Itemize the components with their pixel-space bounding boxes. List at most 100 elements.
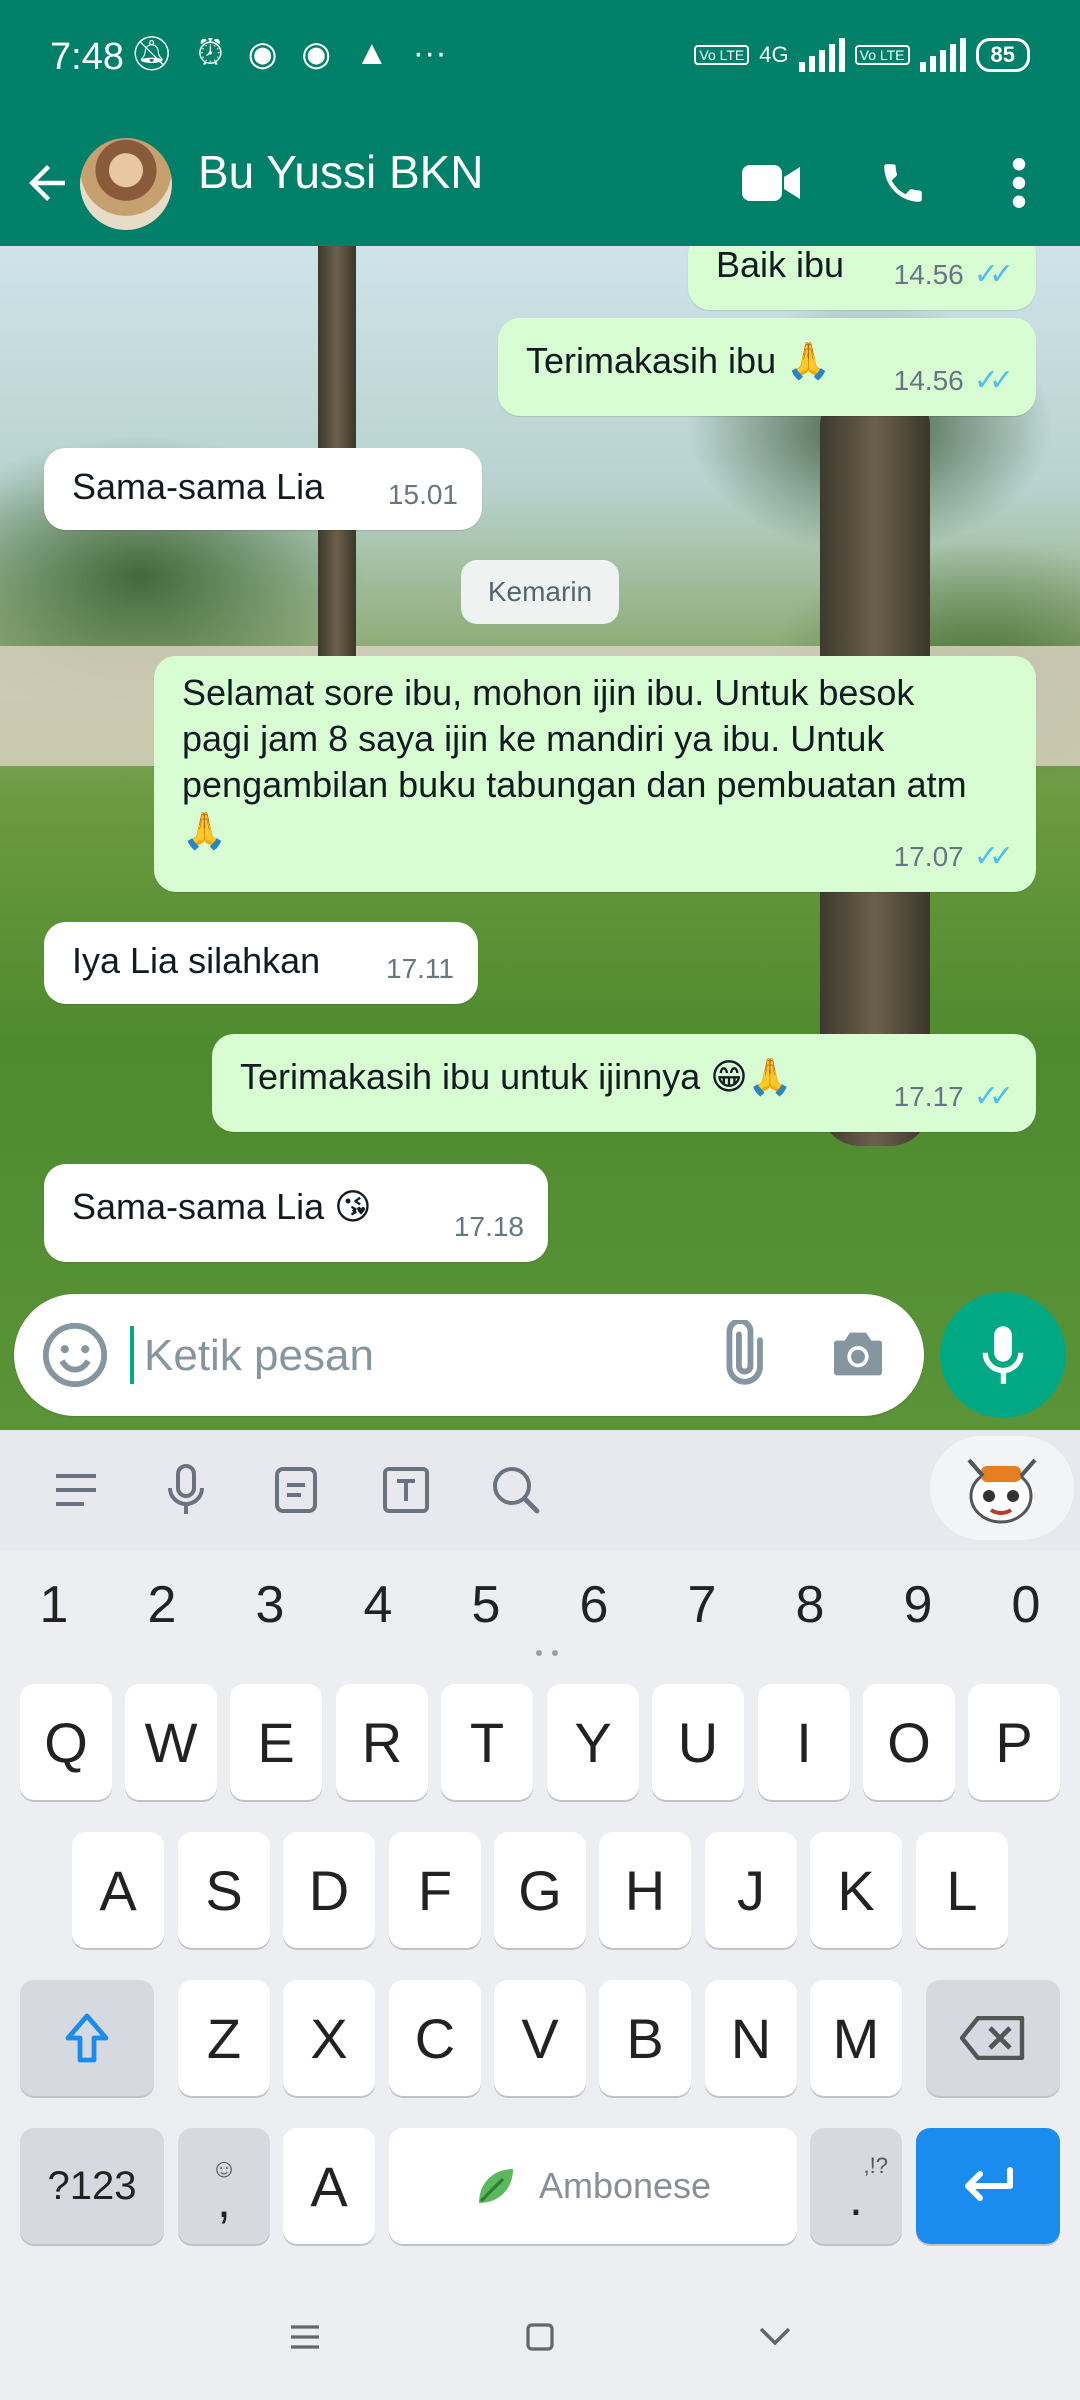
enter-key[interactable] [916, 2128, 1060, 2244]
key-6[interactable]: 6 [540, 1570, 648, 1640]
message-meta: 14.56 ✓✓ [893, 358, 1014, 404]
message-text: Selamat sore ibu, mohon ijin ibu. Untuk … [182, 672, 967, 851]
key-q[interactable]: Q [20, 1684, 112, 1800]
key-4[interactable]: 4 [324, 1570, 432, 1640]
comma-label: , [217, 2172, 231, 2228]
menu-nav-button[interactable] [280, 2312, 330, 2362]
key-v[interactable]: V [494, 1980, 586, 2096]
key-7[interactable]: 7 [648, 1570, 756, 1640]
key-2[interactable]: 2 [108, 1570, 216, 1640]
voice-record-button[interactable] [940, 1292, 1066, 1418]
key-o[interactable]: O [863, 1684, 955, 1800]
leaf-icon [478, 2169, 513, 2203]
key-d[interactable]: D [283, 1832, 375, 1948]
message-input[interactable] [142, 1316, 706, 1396]
key-1[interactable]: 1 [0, 1570, 108, 1640]
key-y[interactable]: Y [547, 1684, 639, 1800]
square-home-icon [526, 2323, 554, 2351]
key-h[interactable]: H [599, 1832, 691, 1948]
more-options-button[interactable] [986, 150, 1052, 216]
chevron-down-icon [759, 2327, 791, 2346]
text-format-icon[interactable] [376, 1460, 436, 1520]
key-0[interactable]: 0 [972, 1570, 1080, 1640]
key-k[interactable]: K [810, 1832, 902, 1948]
attach-paperclip-icon[interactable] [706, 1320, 776, 1390]
key-s[interactable]: S [178, 1832, 270, 1948]
key-c[interactable]: C [389, 1980, 481, 2096]
message-bubble-incoming[interactable]: Sama-sama Lia 😘 17.18 [44, 1164, 548, 1262]
shift-key[interactable] [20, 1980, 154, 2096]
language-key[interactable]: A [283, 2128, 375, 2244]
contact-name[interactable]: Bu Yussi BKN [198, 142, 484, 202]
voice-input-icon[interactable] [156, 1460, 216, 1520]
mute-icon: 🔕︎ [130, 35, 174, 73]
key-x[interactable]: X [283, 1980, 375, 2096]
message-text: Iya Lia silahkan [72, 940, 321, 981]
key-9[interactable]: 9 [864, 1570, 972, 1640]
message-bubble-outgoing[interactable]: Selamat sore ibu, mohon ijin ibu. Untuk … [154, 656, 1036, 892]
key-j[interactable]: J [705, 1832, 797, 1948]
message-time: 15.01 [387, 479, 458, 510]
message-bubble-incoming[interactable]: Iya Lia silahkan 17.11 [44, 922, 478, 1004]
date-divider: Kemarin [461, 560, 619, 624]
period-key[interactable]: ,!? . [810, 2128, 902, 2244]
avatar[interactable] [80, 138, 172, 230]
menu-lines-icon[interactable] [46, 1460, 106, 1520]
message-time: 17.11 [386, 953, 454, 984]
keyboard-mascot-icon[interactable] [930, 1436, 1074, 1540]
status-icons: 🔕︎ ⏰︎ ◉ ◉ ▲ ··· [130, 34, 447, 74]
more-dots-icon: ··· [412, 34, 447, 72]
shift-arrow-icon [65, 2013, 109, 2063]
status-time: 7:48 [50, 36, 124, 78]
key-t[interactable]: T [441, 1684, 533, 1800]
key-b[interactable]: B [599, 1980, 691, 2096]
key-f[interactable]: F [389, 1832, 481, 1948]
home-nav-button[interactable] [515, 2312, 565, 2362]
key-p[interactable]: P [968, 1684, 1060, 1800]
message-meta: 17.07 ✓✓ [894, 834, 1014, 880]
status-right: Vo LTE 4G Vo LTE 85 [694, 38, 1030, 72]
key-8[interactable]: 8 [756, 1570, 864, 1640]
message-text: Terimakasih ibu untuk ijinnya 😁🙏 [240, 1056, 793, 1097]
voice-call-button[interactable] [870, 150, 936, 216]
camera-icon[interactable] [826, 1322, 890, 1386]
network-type: 4G [759, 42, 789, 67]
comma-key[interactable]: ☺ , [178, 2128, 270, 2244]
double-check-icon: ✓✓ [973, 364, 1014, 397]
double-check-icon: ✓✓ [973, 258, 1014, 291]
system-nav-bar [0, 2270, 1080, 2400]
key-r[interactable]: R [336, 1684, 428, 1800]
emoji-icon[interactable] [40, 1320, 110, 1390]
period-label: . [849, 2170, 863, 2226]
key-m[interactable]: M [810, 1980, 902, 2096]
key-5[interactable]: 5 [432, 1570, 540, 1640]
phone-icon [884, 164, 922, 202]
message-bubble-outgoing[interactable]: Terimakasih ibu 🙏 14.56 ✓✓ [498, 318, 1036, 416]
key-a[interactable]: A [72, 1832, 164, 1948]
page-indicator [536, 1650, 558, 1656]
microphone-icon [982, 1326, 1024, 1384]
key-z[interactable]: Z [178, 1980, 270, 2096]
key-l[interactable]: L [916, 1832, 1008, 1948]
clipboard-icon[interactable] [266, 1460, 326, 1520]
video-call-button[interactable] [738, 150, 804, 216]
chat-area[interactable]: Baik ibu 14.56 ✓✓ Terimakasih ibu 🙏 14.56… [0, 246, 1080, 1430]
backspace-key[interactable] [926, 1980, 1060, 2096]
key-e[interactable]: E [230, 1684, 322, 1800]
key-u[interactable]: U [652, 1684, 744, 1800]
chrome-icon: ◉ [247, 35, 278, 73]
key-3[interactable]: 3 [216, 1570, 324, 1640]
space-key[interactable]: Ambonese [389, 2128, 797, 2244]
key-n[interactable]: N [705, 1980, 797, 2096]
back-arrow-icon[interactable] [20, 156, 74, 210]
back-nav-button[interactable] [750, 2312, 800, 2362]
key-w[interactable]: W [125, 1684, 217, 1800]
symbols-key[interactable]: ?123 [20, 2128, 164, 2244]
key-i[interactable]: I [758, 1684, 850, 1800]
message-bubble-outgoing[interactable]: Baik ibu 14.56 ✓✓ [688, 246, 1036, 310]
message-bubble-incoming[interactable]: Sama-sama Lia 15.01 [44, 448, 482, 530]
message-bubble-outgoing[interactable]: Terimakasih ibu untuk ijinnya 😁🙏 17.17 ✓✓ [212, 1034, 1036, 1132]
search-icon[interactable] [486, 1460, 546, 1520]
key-g[interactable]: G [494, 1832, 586, 1948]
message-time: 14.56 [893, 365, 964, 396]
